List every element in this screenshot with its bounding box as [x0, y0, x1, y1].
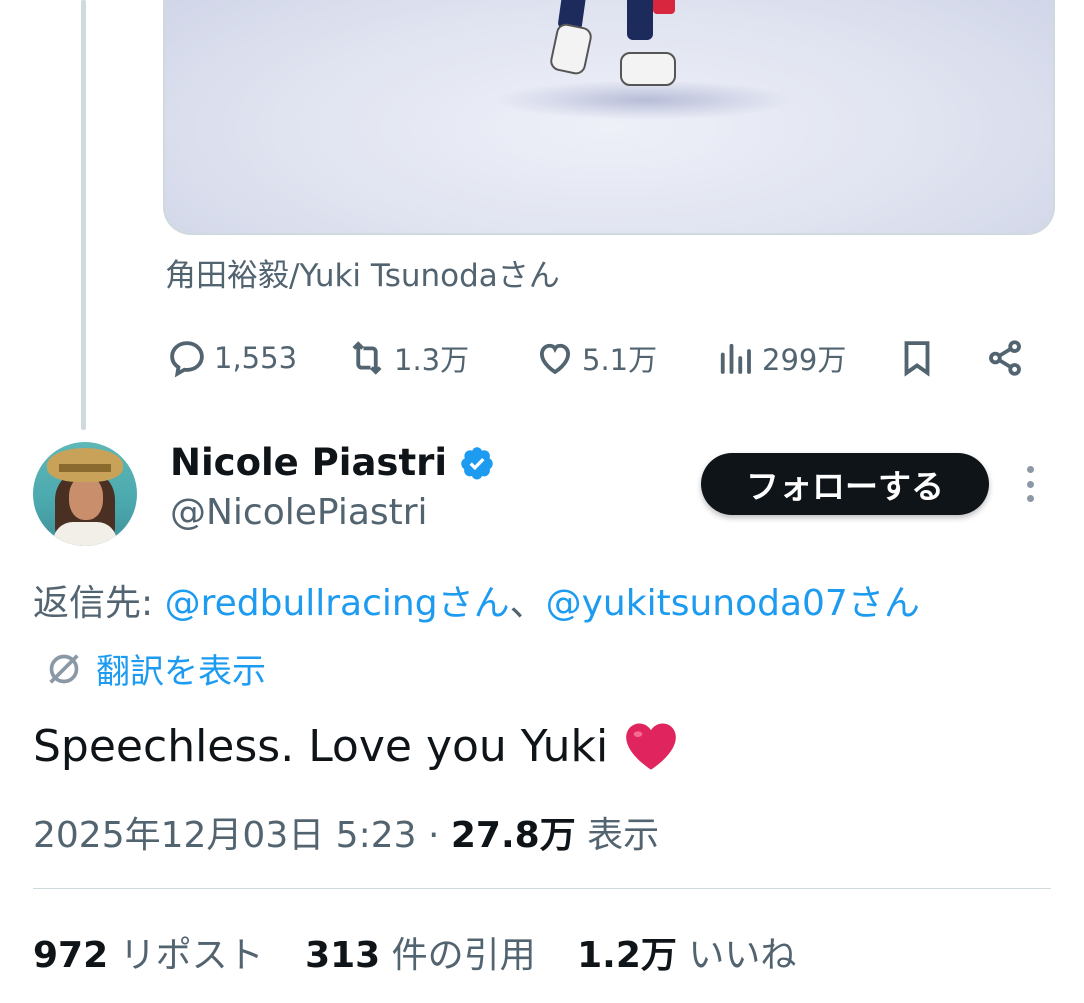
thread-connector-line	[81, 0, 86, 430]
red-heart-emoji-icon	[626, 723, 677, 770]
tweet-text-content: Speechless. Love you Yuki	[33, 720, 609, 772]
tweet-stats: 972 リポスト 313 件の引用 1.2万 いいね	[33, 926, 826, 978]
quotes-label: 件の引用	[380, 935, 536, 976]
reply-separator: 、	[509, 583, 546, 624]
media-figure-shoe	[548, 21, 594, 77]
translate-label: 翻訳を表示	[96, 652, 266, 692]
author-name-row[interactable]: Nicole Piastri	[170, 441, 495, 484]
verified-badge-icon	[461, 446, 493, 479]
likes-stat[interactable]: 1.2万 いいね	[577, 935, 796, 976]
tweet-thread: 角田裕毅/Yuki Tsunodaさん 1,553 1.3万 5.1万 299万	[0, 0, 1084, 1003]
follow-button[interactable]: フォローする	[701, 453, 989, 515]
translate-button[interactable]: 翻訳を表示	[44, 644, 266, 693]
analytics-icon	[720, 343, 751, 374]
like-button[interactable]: 5.1万	[534, 334, 657, 382]
avatar[interactable]	[33, 442, 137, 546]
repost-count: 1.3万	[394, 343, 470, 377]
divider	[33, 888, 1051, 889]
reply-to-line: 返信先: @redbullracingさん、@yukitsunoda07さん	[33, 574, 920, 626]
quotes-stat[interactable]: 313 件の引用	[305, 935, 536, 976]
avatar-face	[69, 476, 103, 520]
media-figure-accent	[653, 0, 675, 14]
reply-mention-link[interactable]: @yukitsunoda07さん	[546, 583, 920, 624]
author-handle[interactable]: @NicolePiastri	[170, 492, 428, 533]
share-button[interactable]	[984, 334, 1026, 382]
reply-count: 1,553	[214, 341, 298, 375]
likes-label: いいね	[676, 935, 797, 976]
repost-button[interactable]: 1.3万	[346, 334, 469, 382]
share-icon	[989, 340, 1021, 376]
author-name[interactable]: Nicole Piastri	[170, 441, 447, 484]
timestamp[interactable]: 2025年12月03日 5:23	[33, 815, 417, 856]
reply-icon	[170, 341, 204, 378]
like-count: 5.1万	[582, 343, 658, 377]
reposts-count: 972	[33, 935, 109, 976]
likes-count: 1.2万	[577, 935, 677, 976]
avatar-hat-band	[59, 464, 111, 472]
views-button[interactable]: 299万	[714, 334, 846, 382]
tweet-action-bar: 1,553 1.3万 5.1万 299万	[166, 334, 1036, 382]
bookmark-icon	[904, 341, 930, 377]
media-shadow	[495, 80, 795, 120]
views-count: 299万	[762, 343, 847, 377]
reply-button[interactable]: 1,553	[166, 334, 297, 382]
reply-to-prefix: 返信先:	[33, 583, 165, 624]
reply-mention-link[interactable]: @redbullracingさん	[165, 583, 510, 624]
media-source-label[interactable]: 角田裕毅/Yuki Tsunodaさん	[165, 250, 560, 295]
media-figure-shoe	[620, 52, 676, 86]
reposts-label: リポスト	[108, 935, 264, 976]
tweet-text: Speechless. Love you Yuki	[33, 720, 680, 772]
reposts-stat[interactable]: 972 リポスト	[33, 935, 264, 976]
tweet-media-image[interactable]	[163, 0, 1055, 235]
heart-outline-icon	[539, 343, 571, 375]
tweet-meta: 2025年12月03日 5:23 · 27.8万 表示	[33, 806, 659, 858]
more-options-icon[interactable]	[1017, 462, 1043, 506]
views-label: 表示	[575, 815, 660, 856]
avatar-shirt	[53, 522, 117, 546]
meta-separator: ·	[416, 815, 451, 856]
media-figure-leg	[627, 0, 653, 40]
repost-icon	[352, 341, 382, 375]
quotes-count: 313	[305, 935, 381, 976]
bookmark-button[interactable]	[896, 334, 938, 382]
views-count: 27.8万	[450, 815, 576, 856]
translate-icon	[49, 653, 79, 684]
